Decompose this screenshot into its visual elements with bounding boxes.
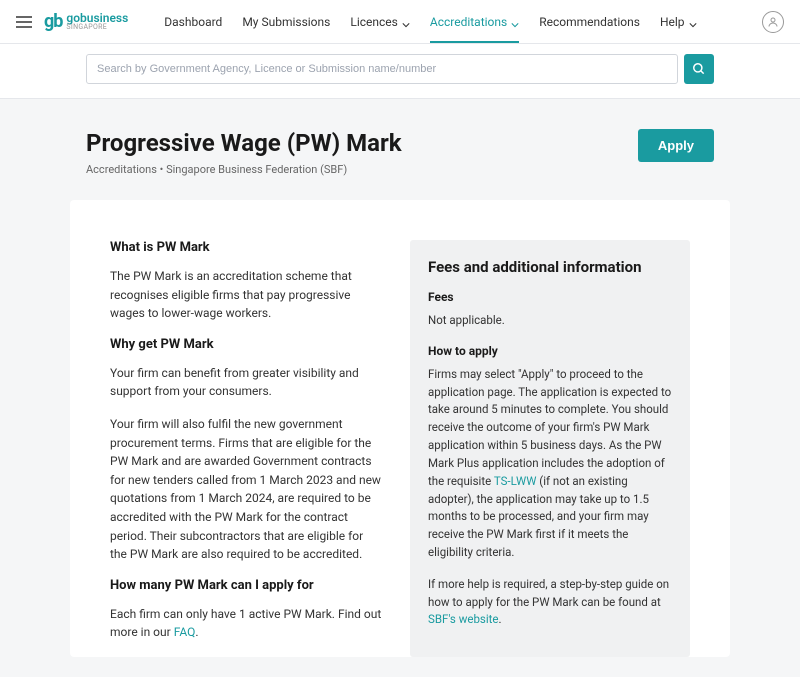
chevron-down-icon (511, 18, 519, 26)
body-text: The PW Mark is an accreditation scheme t… (110, 267, 382, 323)
info-box-title: Fees and additional information (428, 258, 672, 276)
chevron-down-icon (402, 18, 410, 26)
chevron-down-icon (689, 18, 697, 26)
page-title: Progressive Wage (PW) Mark (86, 129, 402, 157)
breadcrumb: Accreditations • Singapore Business Fede… (86, 163, 402, 176)
nav-licences[interactable]: Licences (350, 1, 410, 43)
logo-mark: gb (44, 11, 62, 32)
logo-text-secondary: SINGAPORE (66, 24, 128, 31)
howto-heading: How to apply (428, 344, 672, 358)
user-account-icon[interactable] (762, 11, 784, 33)
howto-text: If more help is required, a step-by-step… (428, 576, 672, 629)
main-nav: Dashboard My Submissions Licences Accred… (164, 1, 696, 43)
nav-help[interactable]: Help (660, 1, 697, 43)
body-text: Your firm can benefit from greater visib… (110, 364, 382, 401)
search-input[interactable] (86, 54, 678, 84)
fees-heading: Fees (428, 290, 672, 304)
nav-accreditations[interactable]: Accreditations (430, 1, 519, 43)
body-text: Each firm can only have 1 active PW Mark… (110, 605, 382, 642)
faq-link[interactable]: FAQ (174, 625, 196, 639)
apply-button[interactable]: Apply (638, 129, 714, 162)
logo[interactable]: gb gobusiness SINGAPORE (44, 11, 128, 32)
nav-my-submissions[interactable]: My Submissions (242, 1, 330, 43)
section-heading-howmany: How many PW Mark can I apply for (110, 578, 382, 593)
right-column: Fees and additional information Fees Not… (410, 240, 690, 657)
nav-recommendations[interactable]: Recommendations (539, 1, 640, 43)
hamburger-icon[interactable] (16, 16, 32, 28)
section-heading-why: Why get PW Mark (110, 337, 382, 352)
breadcrumb-root[interactable]: Accreditations (86, 163, 157, 176)
section-heading-what: What is PW Mark (110, 240, 382, 255)
sbf-website-link[interactable]: SBF's website (428, 612, 499, 626)
fees-text: Not applicable. (428, 312, 672, 330)
nav-dashboard[interactable]: Dashboard (164, 1, 222, 43)
tslww-link[interactable]: TS-LWW (494, 474, 537, 488)
breadcrumb-leaf: Singapore Business Federation (SBF) (166, 163, 347, 176)
howto-text: Firms may select "Apply" to proceed to t… (428, 366, 672, 562)
body-text: Your firm will also fulfil the new gover… (110, 415, 382, 564)
info-box: Fees and additional information Fees Not… (410, 240, 690, 657)
content-card: What is PW Mark The PW Mark is an accred… (70, 200, 730, 657)
search-button[interactable] (684, 54, 714, 84)
left-column: What is PW Mark The PW Mark is an accred… (110, 240, 382, 657)
